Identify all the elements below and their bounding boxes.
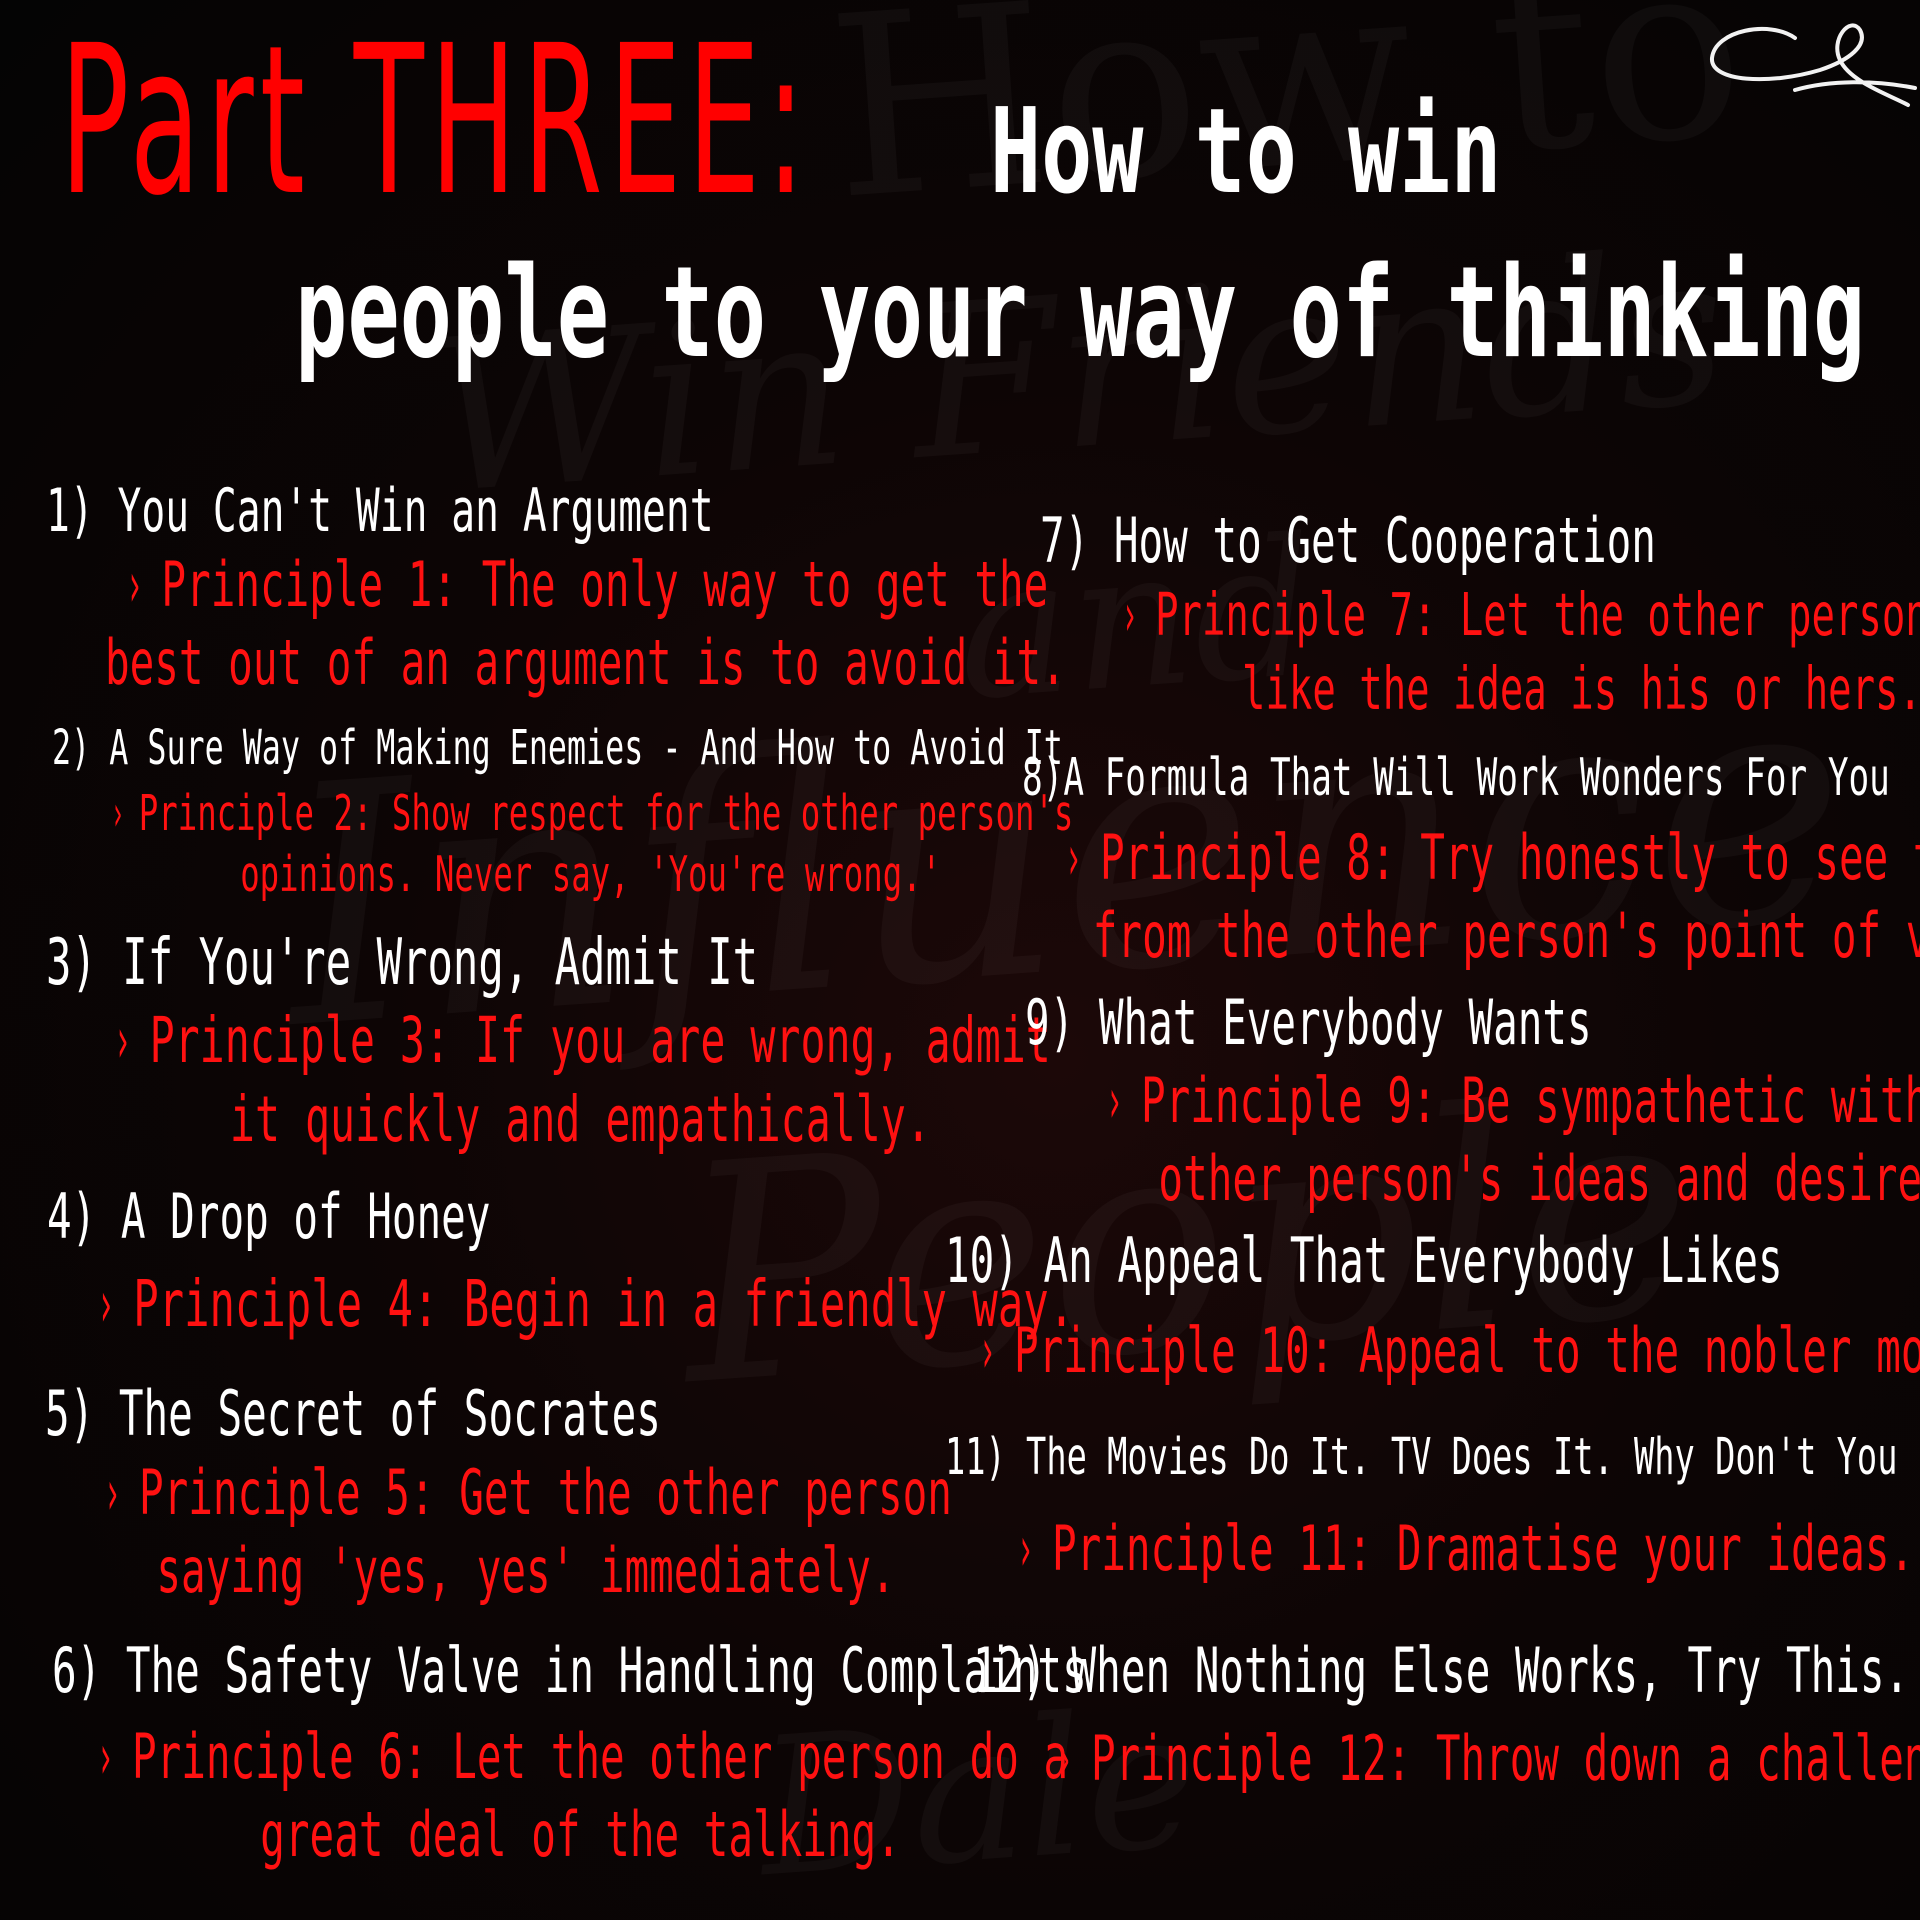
chevron-right-icon: › [1105,1064,1123,1137]
principle-12: › Principle 12: Throw down a challenge. [1052,1720,1920,1798]
section-heading-12: 12) When Nothing Else Works, Try This. [973,1634,1910,1707]
chevron-right-icon: › [978,1314,996,1387]
section-heading-1: 1) You Can't Win an Argument [46,476,714,546]
principle-2: › Principle 2: Show respect for the other… [110,785,1074,904]
title-line-2: people to your way of thinking [295,239,1866,386]
chevron-right-icon: › [113,1004,132,1077]
section-heading-3: 3) If You're Wrong, Admit It [46,926,759,1000]
principle-1: › Principle 1: The only way to get the be… [105,548,1066,699]
principle-4: › Principle 4: Begin in a friendly way. [93,1265,1074,1345]
poster: How to Win Friends and Influence People … [0,0,1920,1920]
chevron-right-icon: › [96,1720,114,1793]
signature-mark [1710,23,1917,107]
chevron-right-icon: › [1064,821,1082,894]
principle-3: › Principle 3: If you are wrong, admit it… [113,1004,1051,1156]
section-heading-8: 8)A Formula That Will Work Wonders For Y… [1022,748,1890,808]
section-heading-10: 10) An Appeal That Everybody Likes [945,1224,1783,1297]
principle-10: ›Principle 10: Appeal to the nobler moti… [975,1312,1920,1390]
chevron-right-icon: › [96,1268,115,1342]
principle-7: ›Principle 7: Let the other person feel … [1121,580,1920,723]
principle-8: ›Principle 8: Try honestly to see things… [1064,821,1920,972]
section-heading-4: 4) A Drop of Honey [47,1180,491,1253]
chevron-right-icon: › [1121,580,1138,649]
chevron-right-icon: › [103,1456,121,1529]
section-heading-2: 2) A Sure Way of Making Enemies - And Ho… [52,720,1063,776]
principle-5: › Principle 5: Get the other person sayin… [103,1456,952,1607]
chevron-right-icon: › [1016,1512,1034,1585]
chevron-right-icon: › [126,548,144,621]
section-heading-9: 9) What Everybody Wants [1025,986,1592,1059]
section-heading-11: 11) The Movies Do It. TV Does It. Why Do… [945,1428,1920,1487]
chevron-right-icon: › [1055,1722,1073,1795]
principle-9: ›Principle 9: Be sympathetic with the ot… [1105,1064,1920,1215]
section-heading-7: 7) How to Get Cooperation [1040,504,1656,577]
principle-6: › Principle 6: Let the other person do a … [96,1720,1069,1871]
principle-11: › Principle 11: Dramatise your ideas. [1013,1510,1915,1588]
title-line-1: How to win [990,82,1502,220]
title-part: Part THREE: [60,1,812,241]
chevron-right-icon: › [110,785,125,842]
section-heading-5: 5) The Secret of Socrates [45,1377,661,1450]
section-heading-6: 6) The Safety Valve in Handling Complain… [52,1634,1087,1707]
